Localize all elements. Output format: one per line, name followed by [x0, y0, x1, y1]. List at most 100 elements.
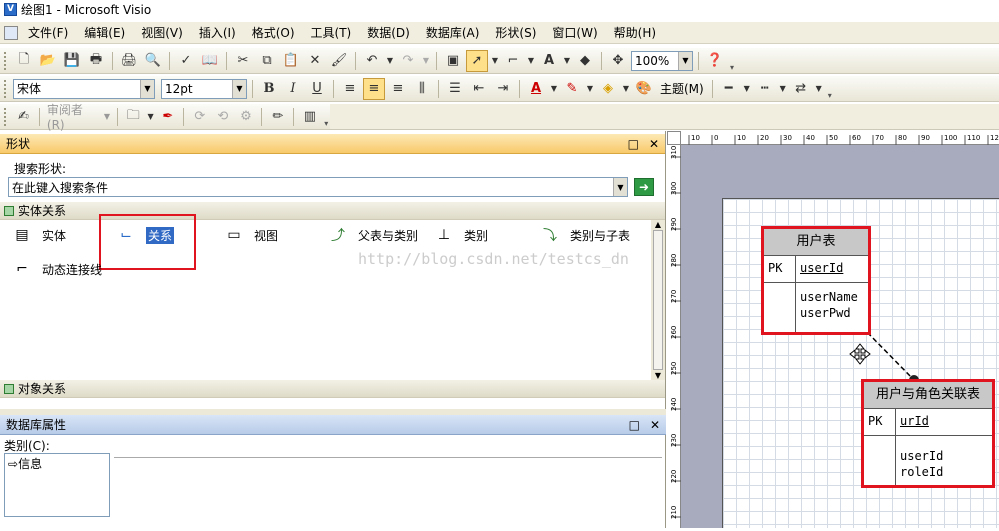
- chevron-down-icon[interactable]: ▼: [385, 50, 395, 72]
- drawing-area[interactable]: 100102030405060708090100110120130 310300…: [667, 131, 999, 528]
- close-icon[interactable]: ✕: [650, 418, 660, 432]
- shape-dynamic-connector[interactable]: ⌐ 动态连接线: [10, 256, 102, 282]
- chevron-down-icon[interactable]: ▼: [232, 79, 246, 98]
- menu-file[interactable]: 文件(F): [20, 23, 76, 43]
- line-pattern-icon[interactable]: ┅: [754, 78, 776, 100]
- shape-entity[interactable]: ▤ 实体: [10, 222, 66, 248]
- chevron-down-icon[interactable]: ▼: [102, 106, 112, 128]
- italic-icon[interactable]: I: [282, 78, 304, 100]
- menu-bar-app-icon[interactable]: [4, 25, 18, 40]
- chevron-down-icon[interactable]: ▼: [526, 50, 536, 72]
- accept-change-icon[interactable]: ⟳: [189, 106, 210, 128]
- category-item[interactable]: 信息: [18, 457, 42, 471]
- menu-window[interactable]: 窗口(W): [544, 23, 605, 43]
- research-icon[interactable]: 📖: [199, 50, 221, 72]
- scroll-thumb[interactable]: [653, 230, 663, 370]
- new-document-icon[interactable]: 🗋: [13, 50, 35, 72]
- line-ends-icon[interactable]: ⇄: [790, 78, 812, 100]
- toolbar-grip[interactable]: [4, 79, 8, 98]
- menu-insert[interactable]: 插入(I): [191, 23, 244, 43]
- save-icon[interactable]: 💾: [61, 50, 83, 72]
- menu-help[interactable]: 帮助(H): [606, 23, 664, 43]
- toolbar-grip[interactable]: [4, 51, 8, 70]
- theme-icon[interactable]: 🎨: [633, 78, 655, 100]
- line-color-icon[interactable]: ✎: [561, 78, 583, 100]
- menu-edit[interactable]: 编辑(E): [76, 23, 133, 43]
- scroll-down-icon[interactable]: ▼: [655, 371, 661, 380]
- redo-icon[interactable]: ↷: [397, 50, 419, 72]
- bullets-icon[interactable]: ☰: [444, 78, 466, 100]
- delete-icon[interactable]: ✕: [304, 50, 326, 72]
- shape-parent-to-category[interactable]: ⤴ 父表与类别: [326, 222, 418, 248]
- align-left-icon[interactable]: ≡: [339, 78, 361, 100]
- menu-view[interactable]: 视图(V): [133, 23, 191, 43]
- close-icon[interactable]: ✕: [649, 137, 659, 151]
- menu-database[interactable]: 数据库(A): [418, 23, 488, 43]
- shape-view[interactable]: ▭ 视图: [222, 222, 278, 248]
- spelling-icon[interactable]: ✓: [175, 50, 197, 72]
- fill-shape-icon[interactable]: ◆: [574, 50, 596, 72]
- font-color-icon[interactable]: A: [525, 78, 547, 100]
- fill-color-icon[interactable]: ◈: [597, 78, 619, 100]
- font-size-select[interactable]: 12pt ▼: [161, 78, 247, 99]
- markup-icon[interactable]: ✍: [13, 106, 34, 128]
- toolbar-overflow-icon[interactable]: ▾: [728, 50, 736, 72]
- stencil-scrollbar[interactable]: ▲ ▼: [651, 220, 665, 380]
- toolbar-grip[interactable]: [4, 107, 8, 126]
- permission-icon[interactable]: 🖶: [85, 50, 107, 72]
- print-preview-icon[interactable]: 🔍: [142, 50, 164, 72]
- chevron-down-icon[interactable]: ▼: [778, 78, 788, 100]
- chevron-down-icon[interactable]: ▼: [490, 50, 500, 72]
- reject-change-icon[interactable]: ⟲: [212, 106, 233, 128]
- decrease-indent-icon[interactable]: ⇤: [468, 78, 490, 100]
- paste-icon[interactable]: 📋: [280, 50, 302, 72]
- text-tool-icon[interactable]: A: [538, 50, 560, 72]
- pointer-tool-icon[interactable]: ➚: [466, 49, 488, 72]
- toolbar-overflow-icon[interactable]: ▾: [826, 78, 834, 100]
- chevron-down-icon[interactable]: ▼: [146, 106, 156, 128]
- chevron-down-icon[interactable]: ▼: [678, 51, 692, 70]
- reviewing-pane-icon[interactable]: ▥: [299, 106, 320, 128]
- menu-shape[interactable]: 形状(S): [487, 23, 544, 43]
- scroll-up-icon[interactable]: ▲: [655, 220, 661, 229]
- open-folder-icon[interactable]: 📂: [37, 50, 59, 72]
- chevron-down-icon[interactable]: ▼: [621, 78, 631, 100]
- shape-category-to-child[interactable]: ⤵ 类别与子表: [538, 222, 630, 248]
- increase-indent-icon[interactable]: ⇥: [492, 78, 514, 100]
- restore-icon[interactable]: □: [629, 418, 640, 432]
- align-right-icon[interactable]: ≡: [387, 78, 409, 100]
- menu-data[interactable]: 数据(D): [359, 23, 418, 43]
- track-changes-icon[interactable]: ⚙: [235, 106, 256, 128]
- chevron-down-icon[interactable]: ▼: [140, 79, 154, 98]
- chevron-down-icon[interactable]: ▼: [585, 78, 595, 100]
- theme-button[interactable]: 主题(M): [657, 80, 707, 97]
- print-icon[interactable]: 🖨: [118, 50, 140, 72]
- zoom-select[interactable]: 100% ▼: [631, 50, 693, 71]
- category-list[interactable]: ⇨信息: [4, 453, 110, 517]
- chevron-down-icon[interactable]: ▼: [613, 178, 627, 196]
- cut-icon[interactable]: ✂: [232, 50, 254, 72]
- align-center-icon[interactable]: ≡: [363, 77, 385, 100]
- chevron-down-icon[interactable]: ▼: [549, 78, 559, 100]
- menu-tools[interactable]: 工具(T): [303, 23, 360, 43]
- ink-icon[interactable]: ✒: [157, 106, 178, 128]
- chevron-down-icon[interactable]: ▼: [742, 78, 752, 100]
- connector-tool-icon[interactable]: ⌐: [502, 50, 524, 72]
- search-go-icon[interactable]: ➜: [634, 178, 654, 196]
- bold-icon[interactable]: B: [258, 78, 280, 100]
- reviewer-button[interactable]: 审阅者(R): [45, 101, 100, 132]
- underline-icon[interactable]: U: [306, 78, 328, 100]
- font-select[interactable]: 宋体 ▼: [13, 78, 155, 99]
- entity-table-user-role[interactable]: 用户与角色关联表 PK urId userId roleId: [861, 379, 995, 488]
- help-icon[interactable]: ❓: [704, 50, 726, 72]
- chevron-down-icon[interactable]: ▼: [421, 50, 431, 72]
- line-weight-icon[interactable]: ━: [718, 78, 740, 100]
- shapes-window-icon[interactable]: ▣: [442, 50, 464, 72]
- undo-icon[interactable]: ↶: [361, 50, 383, 72]
- menu-format[interactable]: 格式(O): [244, 23, 303, 43]
- edit-markup-icon[interactable]: ✏: [267, 106, 288, 128]
- entity-table-users[interactable]: 用户表 PK userId userName userPwd: [761, 226, 871, 335]
- chevron-down-icon[interactable]: ▼: [814, 78, 824, 100]
- chevron-down-icon[interactable]: ▼: [562, 50, 572, 72]
- justify-icon[interactable]: ⫼: [411, 78, 433, 100]
